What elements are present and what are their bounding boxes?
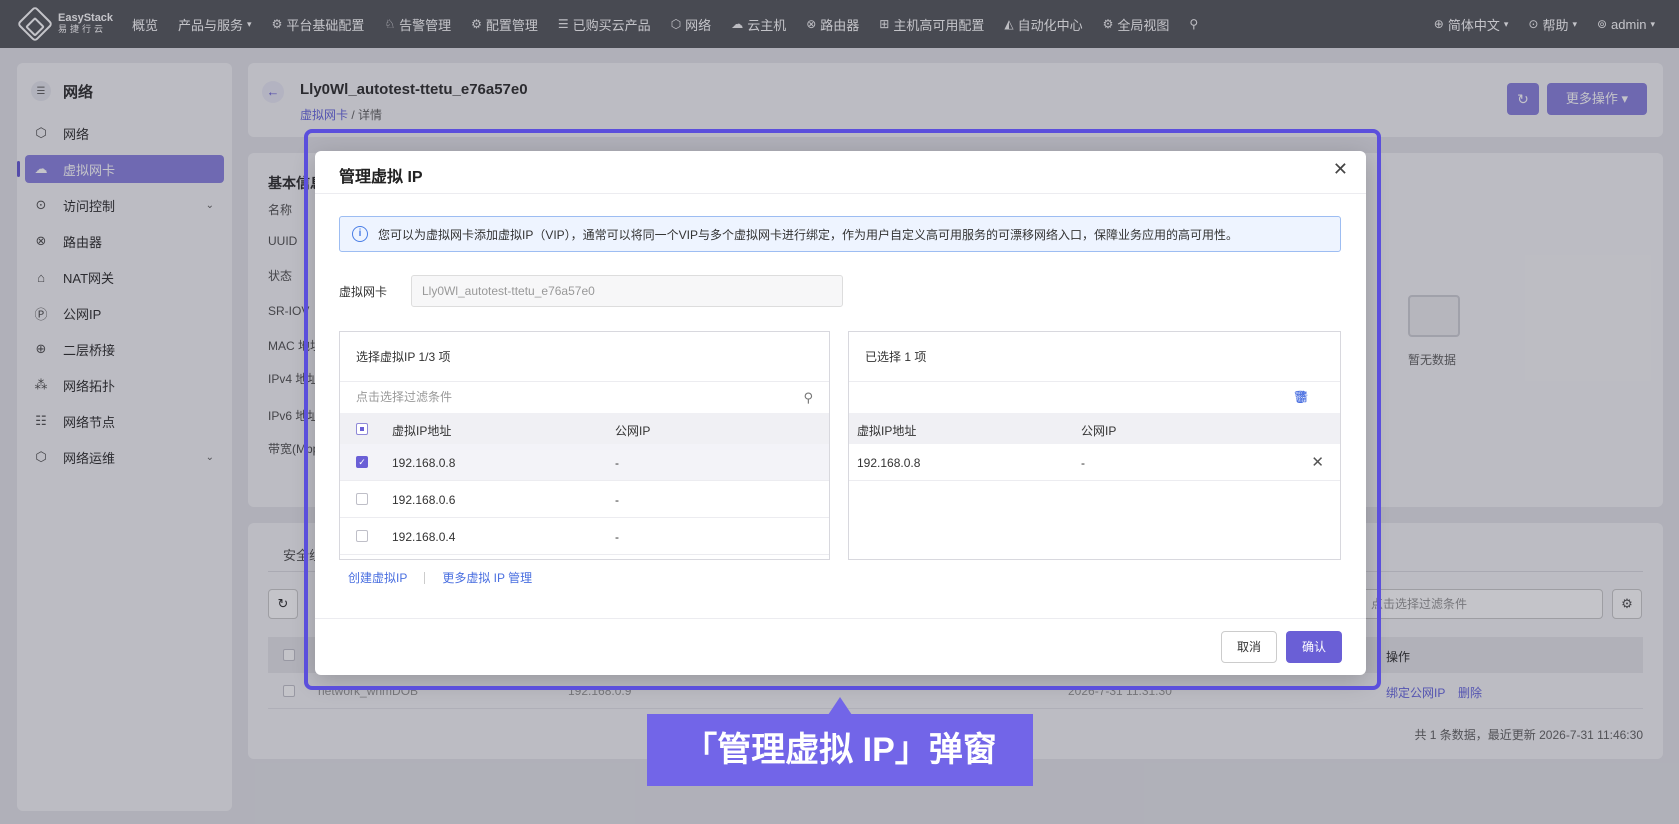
highlight-frame: [304, 129, 1381, 690]
callout-pointer: [828, 697, 852, 715]
callout-label: 「管理虚拟 IP」弹窗: [647, 714, 1033, 786]
